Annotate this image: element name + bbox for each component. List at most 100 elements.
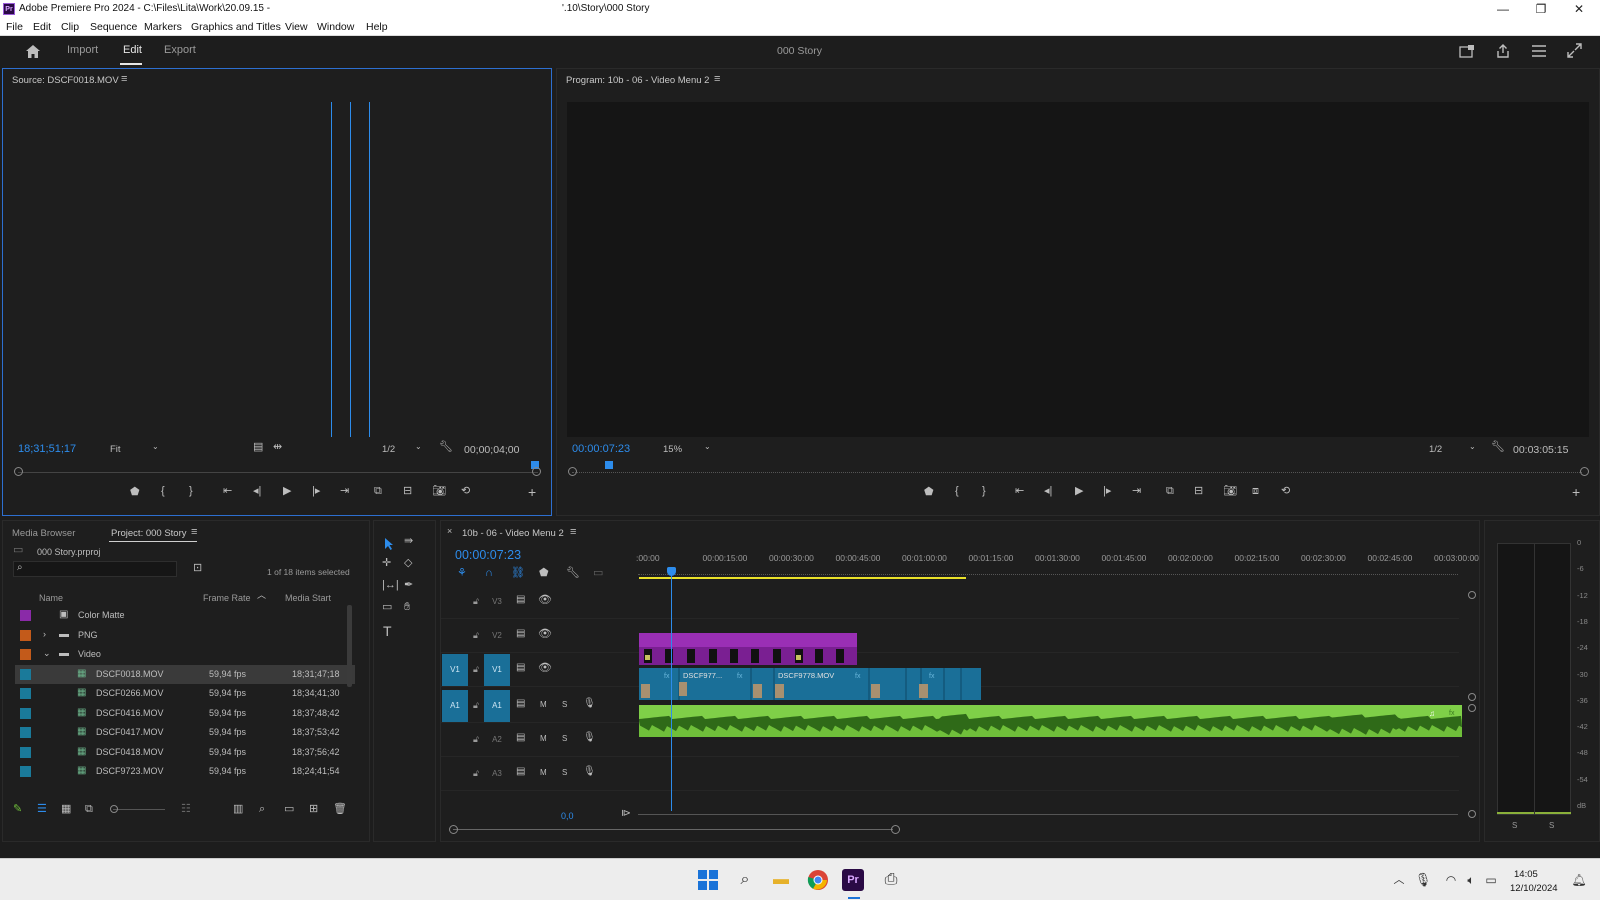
toggle-sync-lock-icon[interactable]: ▤: [516, 766, 525, 777]
add-marker-icon[interactable]: ⬟: [924, 487, 934, 498]
mark-out-icon[interactable]: }: [982, 486, 986, 497]
timeline-playhead-line[interactable]: [671, 573, 672, 811]
chevron-down-icon[interactable]: ⌄: [152, 443, 159, 451]
premiere-taskbar-icon[interactable]: Pr: [842, 869, 864, 891]
lock-icon[interactable]: 🔓︎: [473, 768, 479, 779]
label-color-swatch[interactable]: [20, 688, 31, 699]
scroll-handle[interactable]: [14, 467, 23, 476]
mute-button[interactable]: M: [540, 700, 547, 709]
comparison-view-icon[interactable]: ⧈: [1252, 486, 1259, 497]
start-menu-icon[interactable]: [695, 867, 721, 893]
program-resolution-select[interactable]: 1/2: [1429, 444, 1442, 455]
menu-window[interactable]: Window: [317, 21, 354, 33]
project-list-item[interactable]: ▦ DSCF0417.MOV 59,94 fps 18;37;53;42: [15, 723, 355, 742]
automate-to-sequence-icon[interactable]: ▥: [233, 804, 243, 815]
mark-out-icon[interactable]: }: [189, 486, 193, 497]
play-icon[interactable]: ▶: [283, 486, 291, 497]
step-back-icon[interactable]: ◂|: [1044, 486, 1052, 497]
menu-sequence[interactable]: Sequence: [90, 21, 137, 33]
step-forward-icon[interactable]: |▸: [312, 486, 320, 497]
type-tool-icon[interactable]: T: [383, 624, 392, 638]
pen-tool-icon[interactable]: ✒: [404, 580, 413, 591]
slip-tool-icon[interactable]: |↔|: [382, 580, 399, 591]
scrollbar[interactable]: [347, 605, 352, 687]
label-color-swatch[interactable]: [20, 629, 31, 641]
mute-button[interactable]: M: [540, 734, 547, 743]
menu-edit[interactable]: Edit: [33, 21, 51, 33]
quick-export-icon[interactable]: [1459, 44, 1475, 58]
project-list-item[interactable]: ▦ DSCF0416.MOV 59,94 fps 18;37;48;42: [15, 704, 355, 723]
step-back-icon[interactable]: ◂|: [253, 486, 261, 497]
trash-icon[interactable]: 🗑︎: [333, 804, 347, 815]
play-icon[interactable]: ▶: [1075, 486, 1083, 497]
microphone-icon[interactable]: 🎙︎: [583, 698, 596, 709]
scroll-handle[interactable]: [1468, 704, 1476, 712]
chevron-right-icon[interactable]: ›: [43, 629, 46, 639]
scroll-handle[interactable]: [568, 467, 577, 476]
source-zoom-select[interactable]: Fit: [110, 444, 121, 455]
microphone-icon[interactable]: 🎙︎: [1410, 867, 1436, 893]
lock-icon[interactable]: 🔓︎: [473, 700, 479, 711]
pen-icon[interactable]: ✎: [13, 804, 22, 815]
menu-file[interactable]: File: [6, 21, 23, 33]
label-color-swatch[interactable]: [20, 746, 31, 758]
label-color-swatch[interactable]: [20, 649, 31, 660]
add-button-icon[interactable]: +: [528, 485, 536, 499]
menu-clip[interactable]: Clip: [61, 21, 79, 33]
toggle-sync-lock-icon[interactable]: ▤: [516, 732, 525, 743]
list-view-icon[interactable]: ☰: [37, 804, 47, 815]
eye-icon[interactable]: 👁︎: [538, 627, 552, 640]
export-frame-icon[interactable]: 📷︎: [432, 486, 446, 497]
step-forward-icon[interactable]: |▸: [1103, 486, 1111, 497]
add-button-icon[interactable]: +: [1572, 485, 1580, 499]
close-button[interactable]: ✕: [1566, 1, 1592, 17]
scroll-handle[interactable]: [449, 825, 458, 834]
mark-in-icon[interactable]: {: [955, 486, 959, 497]
solo-button[interactable]: S: [562, 734, 567, 743]
razor-tool-icon[interactable]: ◇: [404, 558, 412, 569]
go-to-in-icon[interactable]: ⇤: [223, 486, 232, 497]
solo-right-button[interactable]: S: [1549, 821, 1554, 830]
program-time-ruler[interactable]: [572, 465, 1582, 473]
new-item-icon[interactable]: ⊞: [309, 804, 318, 815]
go-to-out-icon[interactable]: ⇥: [1132, 486, 1141, 497]
project-list-item[interactable]: ▦ DSCF9723.MOV 59,94 fps 18;24;41;54: [15, 762, 355, 781]
source-patch-a1[interactable]: A1: [442, 690, 468, 722]
menu-view[interactable]: View: [285, 21, 308, 33]
insert-icon[interactable]: ⧉: [374, 486, 382, 497]
chevron-down-icon[interactable]: ⌄: [704, 443, 711, 451]
scroll-handle[interactable]: [891, 825, 900, 834]
tab-edit[interactable]: Edit: [123, 44, 142, 56]
scroll-handle[interactable]: [1468, 810, 1476, 818]
solo-left-button[interactable]: S: [1512, 821, 1517, 830]
label-color-swatch[interactable]: [20, 707, 31, 719]
project-list-item[interactable]: › ▬ PNG: [15, 626, 355, 645]
mix-volume[interactable]: 0,0: [561, 811, 574, 821]
clock-time[interactable]: 14:05: [1514, 869, 1538, 880]
program-playhead[interactable]: [605, 461, 613, 469]
timeline-playhead[interactable]: [667, 567, 676, 576]
overwrite-icon[interactable]: ⊟: [403, 486, 412, 497]
source-timecode[interactable]: 18;31;51;17: [18, 443, 76, 455]
scroll-handle[interactable]: [1468, 693, 1476, 701]
mute-button[interactable]: M: [540, 768, 547, 777]
a1-audio-clip[interactable]: ♫ fx: [639, 705, 1462, 737]
clock-date[interactable]: 12/10/2024: [1510, 883, 1558, 894]
track-label-a3[interactable]: A3: [484, 758, 510, 790]
fullscreen-icon[interactable]: [1567, 43, 1582, 58]
wrench-icon[interactable]: 🔧︎: [439, 442, 453, 453]
microphone-icon[interactable]: 🎙︎: [583, 732, 596, 743]
settings-icon[interactable]: ⟲: [1281, 486, 1290, 497]
add-marker-icon[interactable]: ⬟: [130, 487, 140, 498]
menu-help[interactable]: Help: [366, 21, 388, 33]
show-hidden-icons-icon[interactable]: ︿: [1386, 867, 1412, 893]
project-list-item[interactable]: ▣ Color Matte: [15, 606, 355, 625]
track-label-v1[interactable]: V1: [484, 654, 510, 686]
notifications-icon[interactable]: 🔔︎: [1566, 867, 1592, 893]
solo-button[interactable]: S: [562, 700, 567, 709]
source-monitor-title[interactable]: Source: DSCF0018.MOV: [12, 75, 119, 86]
track-label-v2[interactable]: V2: [484, 620, 510, 652]
share-icon[interactable]: [1495, 43, 1511, 59]
scroll-handle[interactable]: [1580, 467, 1589, 476]
panel-menu-icon[interactable]: ≡: [714, 74, 720, 85]
